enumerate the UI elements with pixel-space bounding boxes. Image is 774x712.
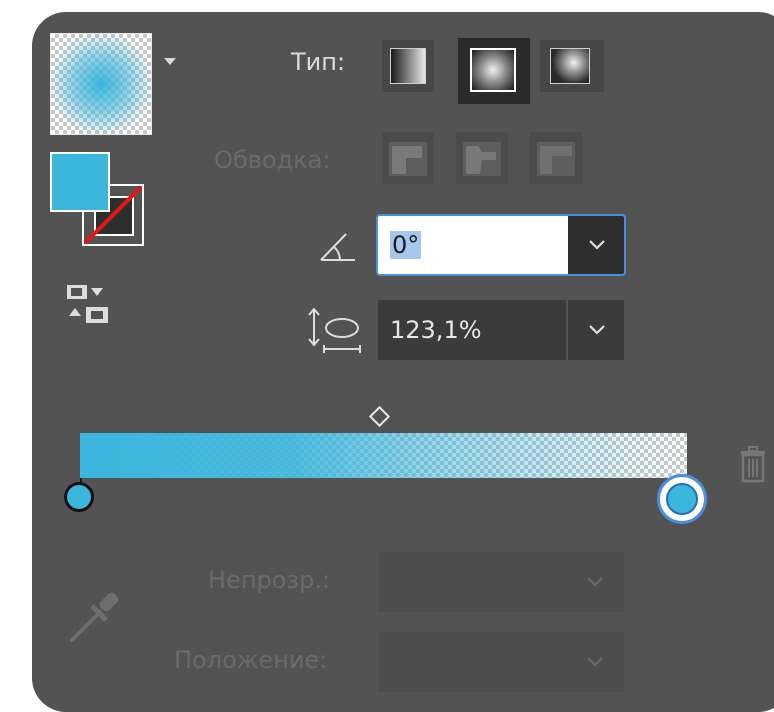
- position-dropdown-button[interactable]: [566, 632, 624, 692]
- chevron-down-icon: [587, 577, 603, 587]
- delete-stop-trash-icon[interactable]: [738, 446, 768, 484]
- opacity-label: Непрозр.:: [208, 566, 331, 594]
- gradient-presets-dropdown-icon[interactable]: [164, 58, 176, 65]
- angle-field[interactable]: 0°: [376, 214, 626, 276]
- angle-dropdown-button[interactable]: [568, 216, 626, 274]
- gradient-stop-left[interactable]: [64, 482, 94, 512]
- gradient-slider[interactable]: [80, 433, 687, 478]
- stroke-along-icon: [463, 142, 501, 176]
- stroke-label: Обводка:: [214, 146, 331, 174]
- swap-fill-stroke-icon[interactable]: [66, 282, 114, 328]
- stroke-gradient-within-button[interactable]: [382, 132, 434, 184]
- stroke-gradient-across-button[interactable]: [530, 132, 582, 184]
- freeform-gradient-icon: [550, 48, 590, 84]
- gradient-preview-swatch[interactable]: [50, 33, 152, 135]
- chevron-down-icon: [589, 325, 605, 335]
- eyedropper-icon[interactable]: [66, 586, 126, 646]
- chevron-down-icon: [589, 240, 605, 250]
- chevron-down-icon: [587, 657, 603, 667]
- angle-icon: [320, 233, 355, 261]
- position-label: Положение:: [174, 646, 328, 674]
- aspect-ratio-field[interactable]: 123,1%: [378, 300, 624, 360]
- stroke-across-icon: [537, 142, 575, 176]
- aspect-ratio-icon: [308, 307, 361, 353]
- angle-input-value[interactable]: 0°: [390, 231, 422, 259]
- radial-gradient-icon: [470, 48, 516, 92]
- gradient-stop-right[interactable]: [657, 474, 707, 524]
- freeform-gradient-button[interactable]: [540, 40, 604, 92]
- linear-gradient-button[interactable]: [382, 40, 434, 92]
- linear-gradient-icon: [390, 48, 426, 84]
- aspect-ratio-input-value[interactable]: 123,1%: [390, 316, 482, 344]
- opacity-dropdown-button[interactable]: [566, 552, 624, 612]
- position-field[interactable]: [378, 632, 624, 692]
- stroke-within-icon: [389, 142, 427, 176]
- aspect-ratio-dropdown-button[interactable]: [568, 300, 626, 360]
- stroke-gradient-along-button[interactable]: [456, 132, 508, 184]
- radial-gradient-button[interactable]: [458, 38, 530, 104]
- opacity-field[interactable]: [378, 552, 624, 612]
- fill-swatch[interactable]: [50, 152, 110, 212]
- type-label: Тип:: [291, 48, 346, 76]
